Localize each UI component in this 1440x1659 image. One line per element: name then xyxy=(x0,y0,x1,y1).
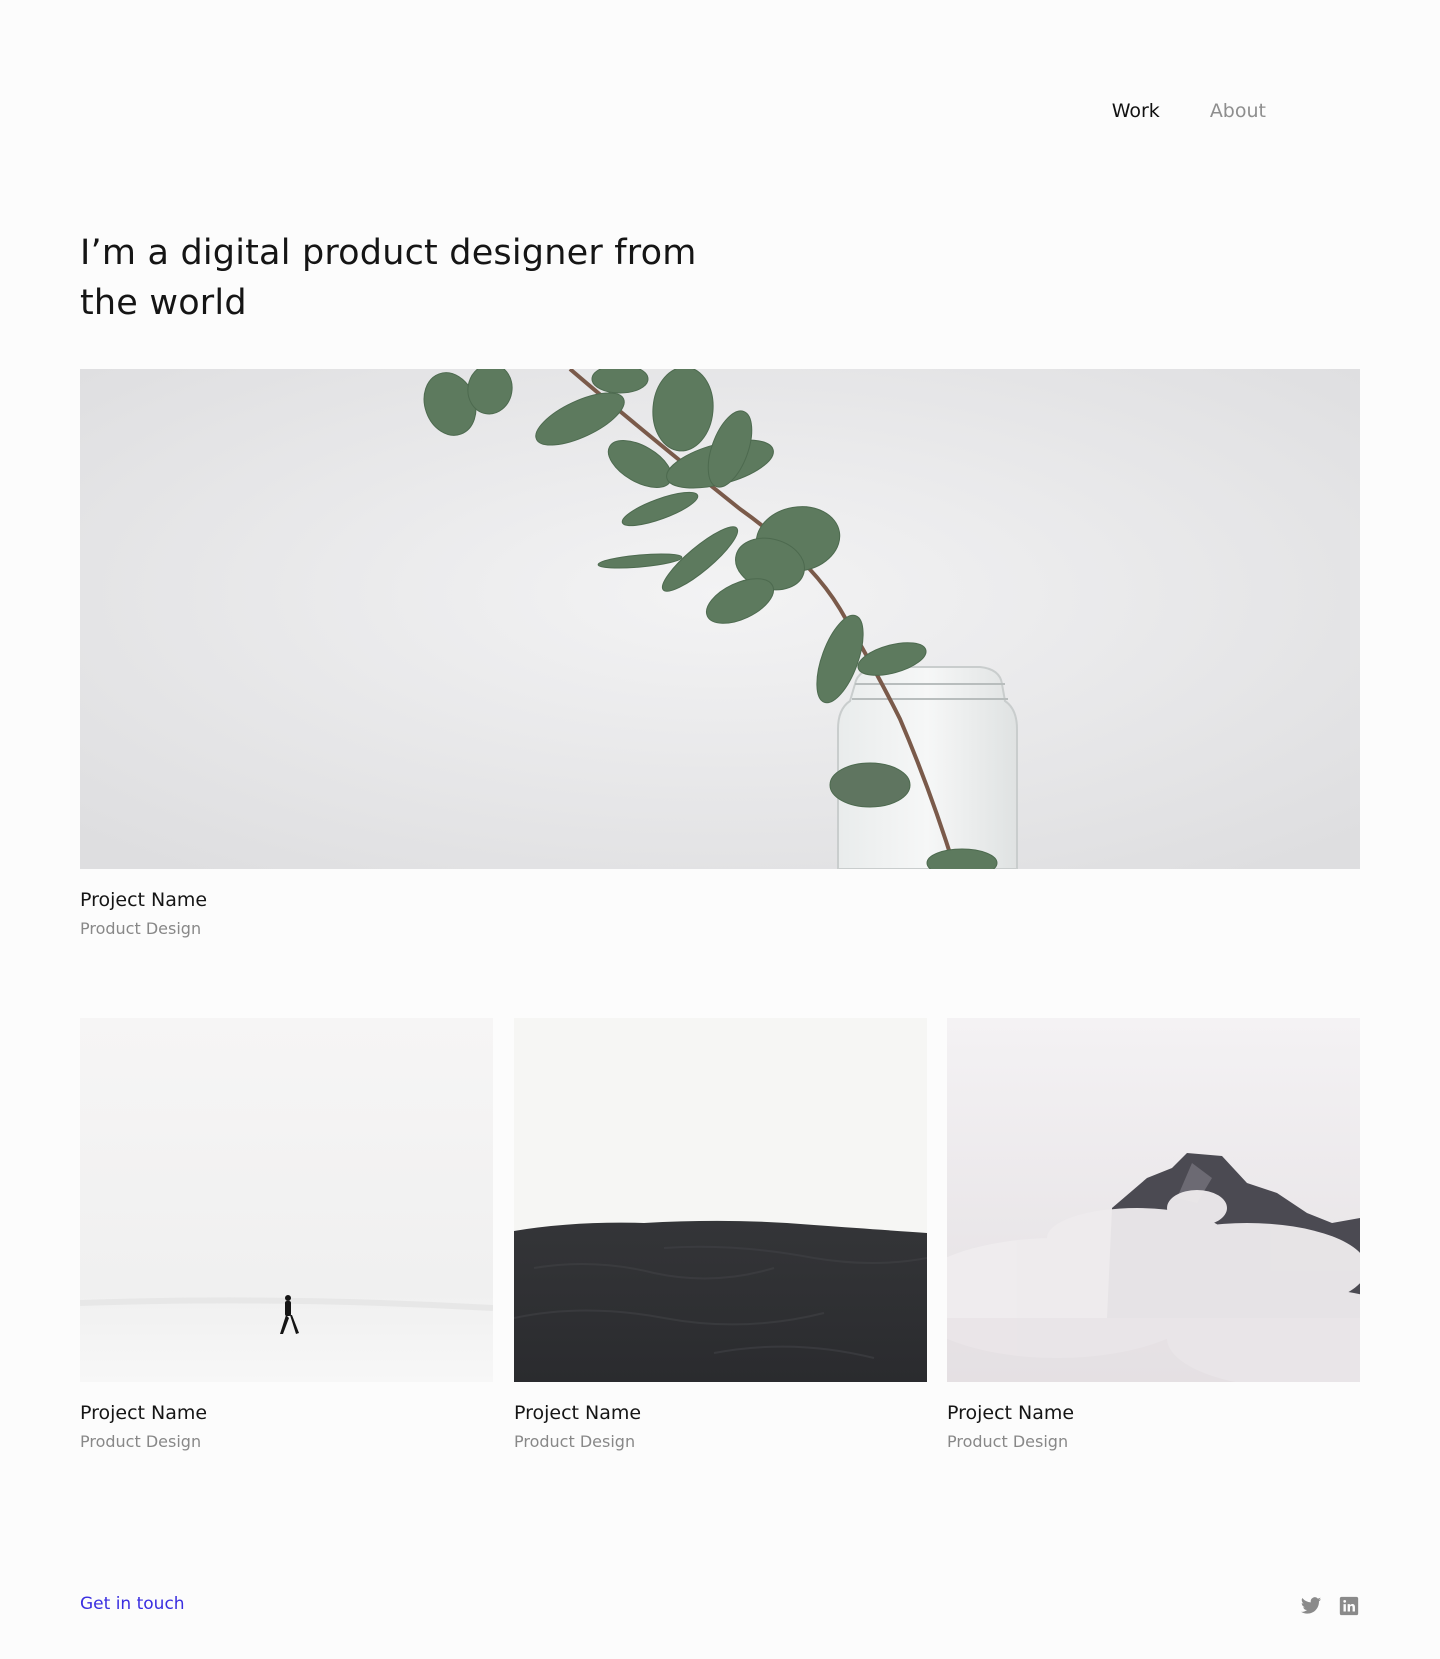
project-category: Product Design xyxy=(80,1432,202,1451)
nav-work[interactable]: Work xyxy=(1112,100,1160,122)
project-card-featured[interactable]: Project Name Product Design xyxy=(80,369,1360,938)
project-image-mountain-clouds[interactable] xyxy=(947,1018,1360,1382)
project-name[interactable]: Project Name xyxy=(947,1402,1360,1424)
project-card[interactable]: Project Name Product Design xyxy=(947,1018,1360,1451)
project-image-sand-dune[interactable] xyxy=(514,1018,927,1382)
project-card[interactable]: Project Name Product Design xyxy=(80,1018,493,1451)
project-category: Product Design xyxy=(80,919,202,938)
main-nav: Work About xyxy=(1112,100,1266,122)
project-name[interactable]: Project Name xyxy=(80,889,1360,911)
project-card[interactable]: Project Name Product Design xyxy=(514,1018,927,1451)
nav-about[interactable]: About xyxy=(1210,100,1266,122)
get-in-touch-link[interactable]: Get in touch xyxy=(80,1594,185,1614)
project-name[interactable]: Project Name xyxy=(514,1402,927,1424)
project-image-eucalyptus[interactable] xyxy=(80,369,1360,869)
project-category: Product Design xyxy=(514,1432,636,1451)
project-image-snow-walker[interactable] xyxy=(80,1018,493,1382)
project-name[interactable]: Project Name xyxy=(80,1402,493,1424)
hero-title: I’m a digital product designer from the … xyxy=(80,233,697,323)
linkedin-icon[interactable] xyxy=(1338,1595,1360,1617)
project-category: Product Design xyxy=(947,1432,1069,1451)
social-links xyxy=(1300,1595,1360,1617)
twitter-icon[interactable] xyxy=(1300,1595,1322,1617)
